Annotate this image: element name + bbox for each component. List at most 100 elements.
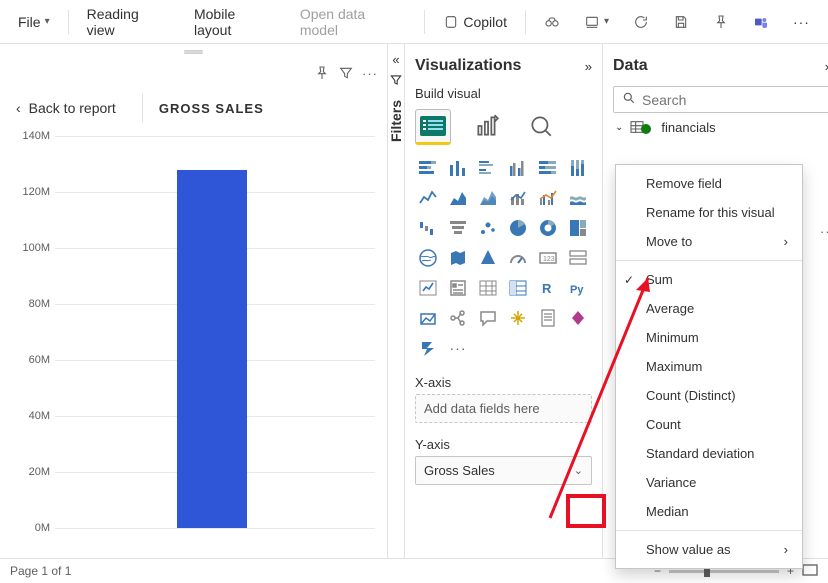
fit-to-page-button[interactable]: [802, 564, 818, 579]
analytics-tab[interactable]: [523, 109, 559, 145]
hundred-stacked-bar-icon[interactable]: [535, 155, 561, 181]
stacked-column-icon[interactable]: [445, 155, 471, 181]
format-visual-tab[interactable]: [469, 109, 505, 145]
y-axis-label: Y-axis: [415, 437, 592, 452]
pane-overflow[interactable]: ···: [820, 224, 828, 239]
toolbar-separator: [525, 10, 526, 34]
scatter-icon[interactable]: [475, 215, 501, 241]
qa-visual-icon[interactable]: [475, 305, 501, 331]
ctx-minimum[interactable]: Minimum: [616, 323, 802, 352]
donut-icon[interactable]: [535, 215, 561, 241]
chart-bar[interactable]: [177, 170, 247, 528]
power-apps-icon[interactable]: [565, 305, 591, 331]
stacked-area-icon[interactable]: [475, 185, 501, 211]
table-name: financials: [661, 120, 715, 135]
chevron-down-icon[interactable]: ⌄: [574, 464, 583, 477]
matrix-icon[interactable]: [505, 275, 531, 301]
azure-map-icon[interactable]: [475, 245, 501, 271]
refresh-button[interactable]: [623, 8, 659, 36]
explore-button[interactable]: [534, 8, 570, 36]
clustered-column-icon[interactable]: [505, 155, 531, 181]
copilot-button[interactable]: Copilot: [433, 8, 517, 36]
save-button[interactable]: [663, 8, 699, 36]
x-axis-well-section: X-axis Add data fields here: [415, 375, 592, 423]
paginated-report-icon[interactable]: [535, 305, 561, 331]
filled-map-icon[interactable]: [445, 245, 471, 271]
slicer-icon[interactable]: [445, 275, 471, 301]
search-input[interactable]: [642, 92, 823, 108]
stacked-bar-icon[interactable]: [415, 155, 441, 181]
line-stacked-column-icon[interactable]: [505, 185, 531, 211]
card-drag-handle[interactable]: ══: [0, 44, 387, 58]
ctx-count-distinct[interactable]: Count (Distinct): [616, 381, 802, 410]
file-menu[interactable]: File ▾: [8, 8, 60, 36]
line-clustered-column-icon[interactable]: [535, 185, 561, 211]
table-icon[interactable]: [475, 275, 501, 301]
ctx-median[interactable]: Median: [616, 497, 802, 526]
gauge-icon[interactable]: [505, 245, 531, 271]
ctx-move-to[interactable]: Move to›: [616, 227, 802, 256]
hundred-stacked-column-icon[interactable]: [565, 155, 591, 181]
smart-narrative-icon[interactable]: [505, 305, 531, 331]
toolbar-overflow[interactable]: ···: [783, 8, 820, 36]
y-axis-field-name: Gross Sales: [424, 463, 495, 478]
py-visual-icon[interactable]: Py: [565, 275, 591, 301]
treemap-icon[interactable]: [565, 215, 591, 241]
field-context-menu: Remove field Rename for this visual Move…: [615, 164, 803, 569]
pie-icon[interactable]: [505, 215, 531, 241]
visual-dropdown[interactable]: ▾: [574, 8, 619, 36]
svg-text:R: R: [542, 281, 552, 296]
ctx-average[interactable]: Average: [616, 294, 802, 323]
ctx-stdev[interactable]: Standard deviation: [616, 439, 802, 468]
map-icon[interactable]: [415, 245, 441, 271]
kpi-icon[interactable]: [415, 275, 441, 301]
mobile-layout-button[interactable]: Mobile layout: [184, 0, 286, 44]
card-icon[interactable]: 123: [535, 245, 561, 271]
filter-icon[interactable]: [337, 64, 355, 82]
ctx-remove-field[interactable]: Remove field: [616, 169, 802, 198]
ctx-show-value-as[interactable]: Show value as›: [616, 535, 802, 564]
teams-button[interactable]: [743, 8, 779, 36]
visual-icon: [584, 14, 600, 30]
filters-label: Filters: [388, 100, 404, 142]
ctx-count[interactable]: Count: [616, 410, 802, 439]
build-visual-tab[interactable]: [415, 109, 451, 145]
get-more-visuals[interactable]: ···: [445, 335, 471, 361]
collapse-icon[interactable]: »: [585, 59, 592, 74]
data-search[interactable]: [613, 86, 828, 113]
pin-button[interactable]: [703, 8, 739, 36]
waterfall-icon[interactable]: [415, 215, 441, 241]
reading-view-button[interactable]: Reading view: [77, 0, 180, 44]
y-axis-well[interactable]: Gross Sales ⌄: [415, 456, 592, 485]
area-chart-icon[interactable]: [445, 185, 471, 211]
ctx-rename-visual[interactable]: Rename for this visual: [616, 198, 802, 227]
card-title-row: ‹ Back to report GROSS SALES: [0, 88, 387, 128]
key-influencers-icon[interactable]: [415, 305, 441, 331]
x-axis-well[interactable]: Add data fields here: [415, 394, 592, 423]
r-visual-icon[interactable]: R: [535, 275, 561, 301]
back-to-report-link[interactable]: ‹ Back to report: [0, 88, 132, 128]
table-financials[interactable]: ⌄ financials: [613, 113, 828, 141]
decomposition-tree-icon[interactable]: [445, 305, 471, 331]
clustered-bar-icon[interactable]: [475, 155, 501, 181]
multi-row-card-icon[interactable]: [565, 245, 591, 271]
ctx-variance[interactable]: Variance: [616, 468, 802, 497]
filters-pane-collapsed[interactable]: « Filters: [388, 44, 405, 558]
ctx-maximum[interactable]: Maximum: [616, 352, 802, 381]
toolbar-separator: [424, 10, 425, 34]
line-chart-icon[interactable]: [415, 185, 441, 211]
zoom-slider[interactable]: [669, 570, 779, 573]
expand-icon: «: [392, 52, 399, 67]
pin-visual-icon[interactable]: [313, 64, 331, 82]
open-data-model-button: Open data model: [290, 0, 417, 44]
card-more-icon[interactable]: ···: [361, 64, 379, 82]
copilot-icon: [443, 14, 459, 30]
ctx-sum[interactable]: ✓Sum: [616, 265, 802, 294]
chart-grid: [55, 136, 375, 528]
data-pane-title: Data: [613, 57, 648, 75]
funnel-icon[interactable]: [445, 215, 471, 241]
power-automate-icon[interactable]: [415, 335, 441, 361]
ribbon-chart-icon[interactable]: [565, 185, 591, 211]
search-icon: [622, 91, 636, 108]
y-axis: 140M 120M 100M 80M 60M 40M 20M 0M: [10, 136, 50, 528]
